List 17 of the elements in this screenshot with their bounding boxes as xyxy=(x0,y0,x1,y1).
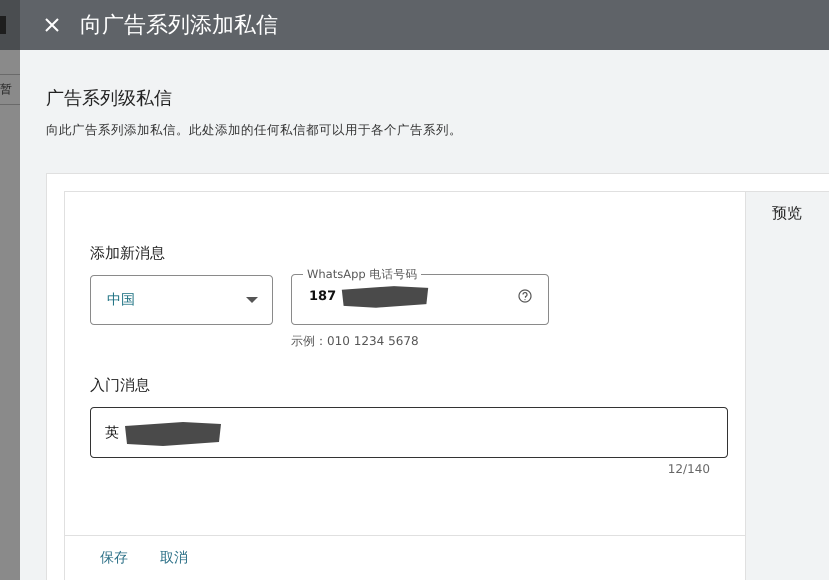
section-title: 广告系列级私信 xyxy=(46,87,173,110)
character-counter: 12/140 xyxy=(666,462,710,476)
message-field[interactable]: 英 xyxy=(90,407,728,458)
country-select[interactable]: 中国 xyxy=(90,275,273,325)
caret-icon xyxy=(246,297,258,303)
phone-field[interactable]: WhatsApp 电话号码 187 xyxy=(291,267,549,325)
close-icon[interactable] xyxy=(44,17,60,33)
toolbar-mark xyxy=(0,16,6,34)
message-label: 入门消息 xyxy=(90,376,151,395)
preview-title: 预览 xyxy=(772,204,803,223)
cancel-button[interactable]: 取消 xyxy=(160,545,188,571)
dialog-title: 向广告系列添加私信 xyxy=(80,12,278,40)
form-heading: 添加新消息 xyxy=(90,244,166,263)
helper-text: 示例：010 1234 5678 xyxy=(291,333,420,350)
help-icon[interactable] xyxy=(518,289,532,303)
section-description: 向此广告系列添加私信。此处添加的任何私信都可以用于各个广告系列。 xyxy=(46,122,463,139)
save-button[interactable]: 保存 xyxy=(100,545,128,571)
